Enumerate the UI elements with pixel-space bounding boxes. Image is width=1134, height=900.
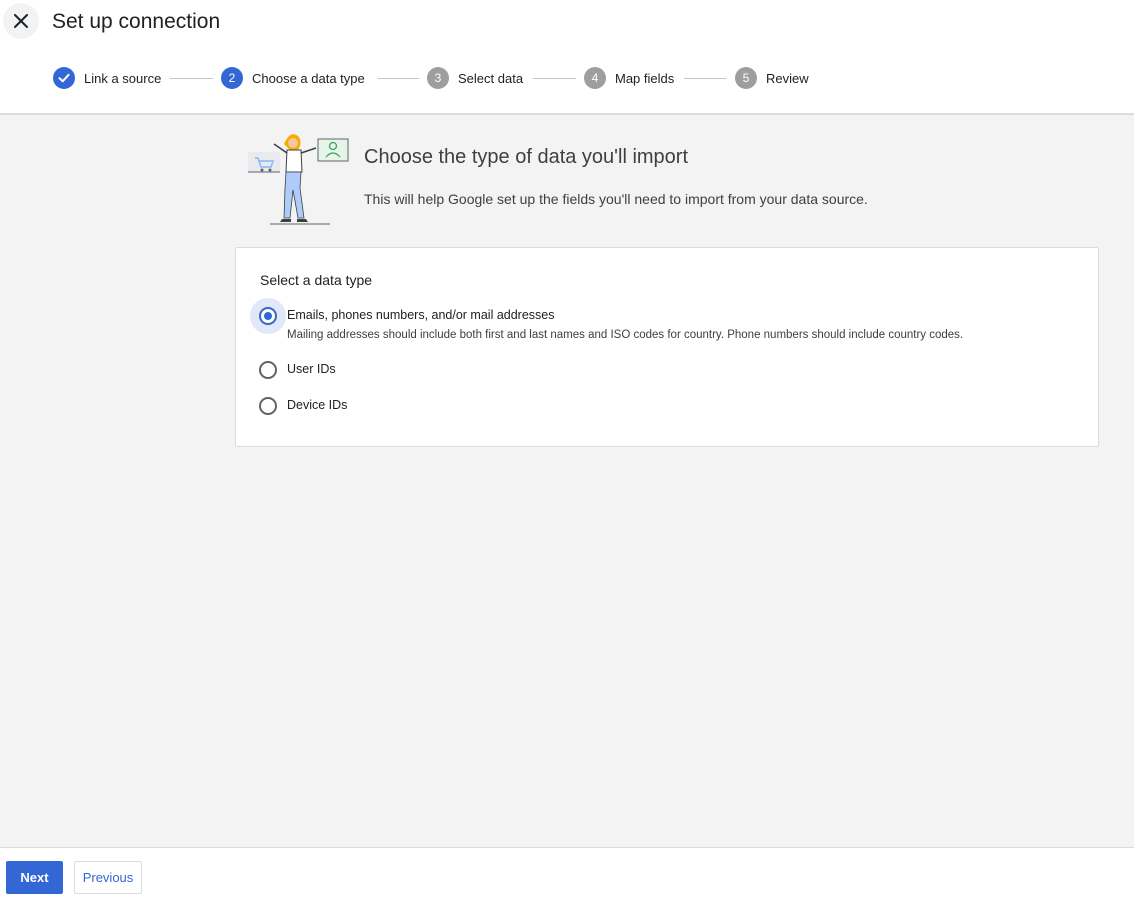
page-title: Set up connection <box>52 10 221 33</box>
data-type-card: Select a data type Emails, phones number… <box>235 247 1099 447</box>
header: Set up connection Link a source 2 Choose… <box>0 0 1134 115</box>
next-button[interactable]: Next <box>6 861 63 894</box>
close-icon <box>14 14 28 28</box>
radio-button[interactable] <box>250 298 286 334</box>
radio-button[interactable] <box>250 388 286 424</box>
step-label: Choose a data type <box>252 70 365 86</box>
option-help-text: Mailing addresses should include both fi… <box>287 329 964 341</box>
step-label: Review <box>766 70 809 86</box>
step-connector <box>378 78 419 79</box>
close-button[interactable] <box>3 3 39 39</box>
stepper: Link a source 2 Choose a data type 3 Sel… <box>0 64 1134 92</box>
option-label: Device IDs <box>287 398 348 412</box>
previous-button[interactable]: Previous <box>74 861 142 894</box>
step-connector <box>684 78 726 79</box>
step-number: 2 <box>221 67 243 89</box>
option-label: Emails, phones numbers, and/or mail addr… <box>287 308 555 322</box>
step-review[interactable]: 5 Review <box>735 64 809 92</box>
intro-title: Choose the type of data you'll import <box>364 146 689 168</box>
step-number: 5 <box>735 67 757 89</box>
intro-description: This will help Google set up the fields … <box>364 191 868 207</box>
person-illustration-icon <box>248 134 349 225</box>
step-link-a-source[interactable]: Link a source <box>53 64 161 92</box>
step-connector <box>170 78 213 79</box>
step-number: 4 <box>584 67 606 89</box>
step-label: Select data <box>458 70 524 86</box>
step-choose-a-data-type[interactable]: 2 Choose a data type <box>221 64 365 92</box>
radio-unchecked-icon <box>259 361 277 379</box>
step-select-data[interactable]: 3 Select data <box>427 64 523 92</box>
step-label: Map fields <box>615 70 675 86</box>
footer: Next Previous <box>0 847 1134 900</box>
radio-checked-icon <box>259 307 277 325</box>
step-number: 3 <box>427 67 449 89</box>
checkmark-icon <box>53 67 75 89</box>
step-connector <box>533 78 576 79</box>
radio-unchecked-icon <box>259 397 277 415</box>
option-label: User IDs <box>287 362 336 376</box>
card-title: Select a data type <box>260 272 373 288</box>
radio-button[interactable] <box>250 352 286 388</box>
step-label: Link a source <box>84 70 162 86</box>
step-map-fields[interactable]: 4 Map fields <box>584 64 674 92</box>
